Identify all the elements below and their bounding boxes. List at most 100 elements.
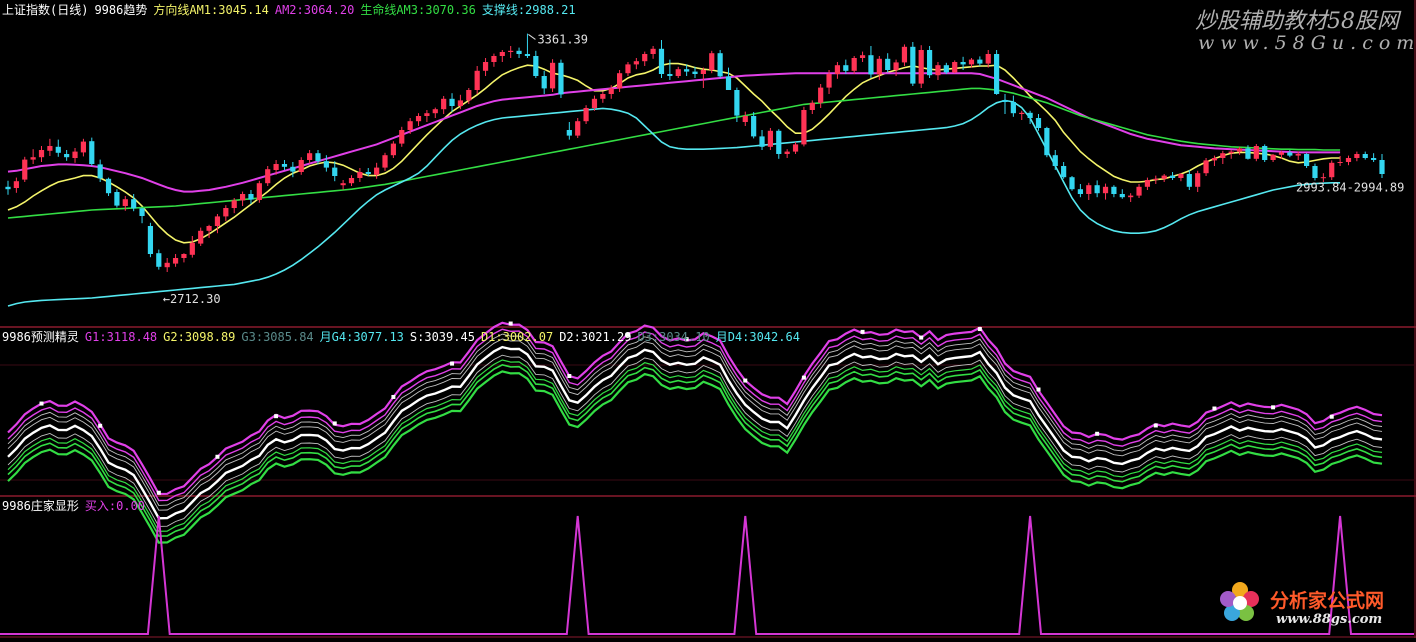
candle-body xyxy=(1320,177,1326,179)
forecast-marker xyxy=(391,394,396,399)
candle-body xyxy=(1086,185,1092,194)
candle-body xyxy=(943,65,949,73)
candle-body xyxy=(1153,178,1159,180)
high-pointer xyxy=(528,34,536,40)
candle-body xyxy=(1019,112,1025,114)
candle-body xyxy=(1312,166,1318,178)
candle-body xyxy=(591,98,598,108)
candle-body xyxy=(1287,152,1293,156)
candle-body xyxy=(977,59,983,64)
candle-body xyxy=(181,254,187,258)
candle-body xyxy=(1169,175,1176,178)
watermark-bottom-url: www.88gs.com xyxy=(1276,612,1383,627)
forecast-marker xyxy=(156,490,161,495)
candle-body xyxy=(533,56,539,76)
candle-body xyxy=(1245,148,1251,159)
candle-body xyxy=(1035,118,1042,128)
candle-body xyxy=(5,186,11,190)
watermark-bottom-cn: 分析家公式网 xyxy=(1270,590,1385,612)
forecast-marker xyxy=(1095,431,1100,436)
candle-body xyxy=(876,58,882,75)
candle-body xyxy=(625,64,631,74)
support-value: 支撑线:2988.21 xyxy=(481,3,576,17)
candle-body xyxy=(382,155,388,168)
candle-body xyxy=(717,53,723,77)
candle-body xyxy=(1203,160,1209,174)
candle-body xyxy=(248,194,254,200)
candle-body xyxy=(675,69,681,76)
candle-body xyxy=(172,258,179,264)
forecast-marker xyxy=(1153,423,1158,428)
forecast-marker xyxy=(801,375,806,380)
candle-body xyxy=(365,172,371,174)
candle-body xyxy=(583,108,589,122)
watermark-top-url: www.58Gu.com xyxy=(1198,32,1416,54)
watermark-flower-icon xyxy=(1218,580,1262,624)
forecast-band-line xyxy=(7,359,1383,532)
candle-body xyxy=(926,50,933,76)
candle-body xyxy=(239,194,246,201)
stock-chart-svg[interactable]: 3361.39 ←2712.30 2993.84-2994.89 xyxy=(0,0,1416,638)
candle-body xyxy=(650,48,656,54)
g2-value: G2:3098.89 xyxy=(163,330,236,344)
candle-body xyxy=(323,161,329,168)
candle-body xyxy=(725,76,732,90)
candle-body xyxy=(206,226,212,231)
candle-body xyxy=(265,169,271,184)
candle-body xyxy=(742,116,748,122)
candle-body xyxy=(114,192,120,206)
panel3-header: 9986庄家显形 买入:0.00 xyxy=(2,499,151,513)
candle-body xyxy=(859,55,866,58)
candle-body xyxy=(139,208,145,216)
forecast-marker xyxy=(508,321,513,326)
last-price-label: 2993.84-2994.89 xyxy=(1296,180,1404,194)
candle-body xyxy=(700,70,706,74)
g4-value: 月G4:3077.13 xyxy=(319,330,404,344)
candle-body xyxy=(1253,146,1259,159)
candle-body xyxy=(1211,158,1218,161)
candle-body xyxy=(558,62,564,95)
forecast-marker xyxy=(98,423,103,428)
candle-body xyxy=(684,69,690,72)
candle-body xyxy=(47,146,53,151)
candle-body xyxy=(910,46,916,84)
candle-body xyxy=(1295,154,1301,156)
candle-body xyxy=(1195,173,1201,187)
candle-body xyxy=(1362,154,1368,158)
candle-body xyxy=(30,157,36,160)
candle-body xyxy=(198,230,204,244)
forecast-marker xyxy=(743,378,748,383)
candle-body xyxy=(851,58,857,71)
s-value: S:3039.45 xyxy=(409,330,475,344)
candle-body xyxy=(1178,174,1184,178)
candle-body xyxy=(223,208,229,217)
candle-body xyxy=(1010,102,1016,114)
forecast-band-line xyxy=(7,364,1383,537)
candle-body xyxy=(1027,112,1033,118)
candle-body xyxy=(1278,152,1285,155)
ma-line xyxy=(7,62,1341,244)
d2-value: D2:3021.29 xyxy=(559,330,632,344)
forecast-marker xyxy=(1271,405,1276,410)
candle-body xyxy=(885,58,891,70)
candle-body xyxy=(826,74,832,88)
candle-body xyxy=(432,109,438,114)
high-label: 3361.39 xyxy=(537,32,588,46)
candle-body xyxy=(97,164,103,179)
candle-body xyxy=(759,136,765,147)
candle-body xyxy=(692,71,698,74)
candle-body xyxy=(231,200,237,208)
candle-body xyxy=(667,74,673,76)
candle-body xyxy=(407,121,413,130)
candle-body xyxy=(843,65,849,71)
candle-body xyxy=(1069,177,1075,190)
candle-body xyxy=(1337,162,1343,163)
candle-body xyxy=(809,102,815,110)
candle-body xyxy=(89,141,95,164)
candle-body xyxy=(600,94,606,99)
candle-body xyxy=(315,153,321,162)
candle-body xyxy=(1144,180,1151,187)
g1-value: G1:3118.48 xyxy=(84,330,158,344)
chart-stage[interactable]: 3361.39 ←2712.30 2993.84-2994.89 上证指数(日线) 9… xyxy=(0,0,1416,638)
d1-value: D1:3002.07 xyxy=(480,330,554,344)
